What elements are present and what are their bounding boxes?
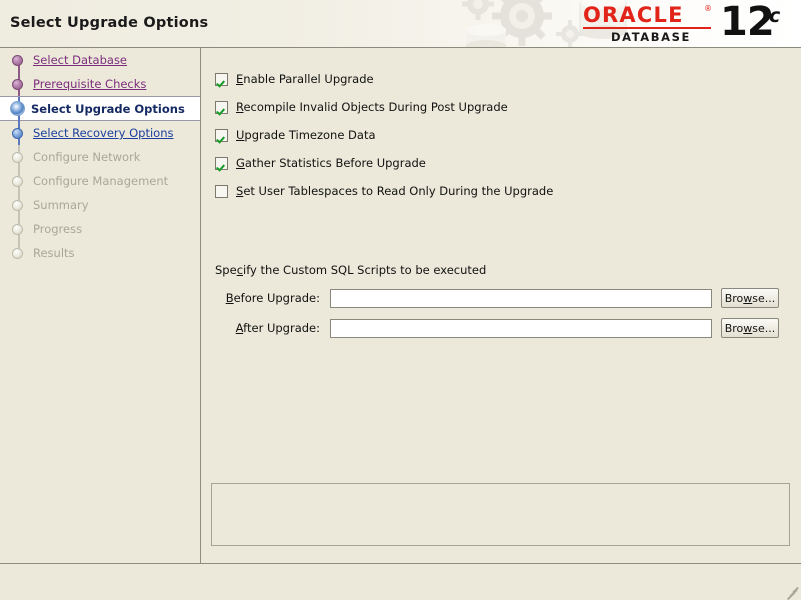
field-label-text: fter Upgrade:: [243, 321, 320, 335]
caption-text-pre: Spe: [215, 263, 237, 277]
content-pane: Enable Parallel Upgrade Recompile Invalid…: [202, 48, 801, 563]
checkbox-label: Gather Statistics Before Upgrade: [236, 156, 426, 170]
sidebar-step-configure-network: Configure Network: [0, 145, 200, 169]
step-status-dot-icon: [12, 223, 23, 235]
label-text-post: pgrade Timezone Data: [244, 128, 376, 142]
registered-trademark-icon: ®: [704, 4, 712, 13]
checkbox-label: Enable Parallel Upgrade: [236, 72, 374, 86]
field-label: After Upgrade:: [215, 321, 330, 335]
sidebar-step-configure-management: Configure Management: [0, 169, 200, 193]
step-status-dot-icon: [12, 199, 23, 211]
sidebar-step-progress: Progress: [0, 217, 200, 241]
label-text-post: nable Parallel Upgrade: [243, 72, 374, 86]
checkbox-checked-icon[interactable]: [215, 72, 228, 86]
step-status-dot-icon: [12, 247, 23, 259]
wizard-step-sidebar: Select Database Prerequisite Checks Select…: [0, 48, 201, 563]
checkbox-row[interactable]: Enable Parallel Upgrade: [215, 72, 374, 86]
step-label: Progress: [33, 222, 83, 236]
checkbox-label: Recompile Invalid Objects During Post Up…: [236, 100, 508, 114]
footer-button-bar: Help < Back Next > Finish Cancel: [0, 564, 801, 600]
sidebar-step-select-upgrade-options: Select Upgrade Options: [0, 96, 200, 121]
browse-mnemonic: w: [743, 291, 753, 305]
label-text-post: ecompile Invalid Objects During Post Upg…: [243, 100, 508, 114]
page-title: Select Upgrade Options: [10, 15, 209, 31]
sidebar-step-results: Results: [0, 241, 200, 265]
browse-text-post: se...: [752, 291, 776, 305]
checkbox-checked-icon[interactable]: [215, 156, 228, 170]
label-text-post: ather Statistics Before Upgrade: [244, 156, 426, 170]
browse-mnemonic: w: [743, 321, 753, 335]
caption-text-post: ify the Custom SQL Scripts to be execute…: [243, 263, 487, 277]
database-wordmark: DATABASE: [611, 30, 692, 44]
step-label: Select Database: [33, 53, 128, 67]
step-status-dot-icon: [10, 101, 25, 116]
checkbox-checked-icon[interactable]: [215, 128, 228, 142]
step-label: Select Upgrade Options: [31, 101, 185, 116]
checkbox-row[interactable]: Set User Tablespaces to Read Only During…: [215, 184, 553, 198]
script-field-row: After Upgrade: Browse...: [215, 318, 779, 338]
field-label-text: efore Upgrade:: [233, 291, 320, 305]
step-label: Configure Management: [33, 174, 169, 188]
upgrade-assistant-window: Select Upgrade Options ORACLE ® DATABASE…: [0, 0, 801, 600]
step-label: Results: [33, 246, 75, 260]
browse-text-pre: Bro: [724, 321, 744, 335]
field-label-mnemonic: B: [225, 291, 234, 305]
before-upgrade-script-input[interactable]: [330, 288, 712, 308]
wizard-steps-list: Select Database Prerequisite Checks Select…: [0, 48, 200, 265]
step-status-dot-icon: [12, 78, 23, 90]
logo-divider-rule: [583, 27, 711, 29]
browse-text-pre: Bro: [724, 291, 744, 305]
checkbox-unchecked-icon[interactable]: [215, 184, 228, 198]
label-text-post: et User Tablespaces to Read Only During …: [243, 184, 554, 198]
sidebar-step-select-database[interactable]: Select Database: [0, 48, 200, 72]
step-label: Prerequisite Checks: [33, 77, 147, 91]
step-label: Select Recovery Options: [33, 126, 174, 140]
checkbox-label: Set User Tablespaces to Read Only During…: [236, 184, 553, 198]
step-status-dot-icon: [12, 175, 23, 187]
sidebar-step-summary: Summary: [0, 193, 200, 217]
header-banner: Select Upgrade Options ORACLE ® DATABASE…: [0, 0, 801, 48]
oracle-logo: ORACLE ® DATABASE 12 c: [583, 0, 793, 46]
sidebar-step-select-recovery-options[interactable]: Select Recovery Options: [0, 121, 200, 145]
sidebar-step-prerequisite-checks[interactable]: Prerequisite Checks: [0, 72, 200, 96]
after-upgrade-script-input[interactable]: [330, 318, 712, 338]
info-message-panel: [211, 483, 790, 546]
checkbox-row[interactable]: Upgrade Timezone Data: [215, 128, 376, 142]
browse-text-post: se...: [752, 321, 776, 335]
checkbox-checked-icon[interactable]: [215, 100, 228, 114]
step-label: Configure Network: [33, 150, 141, 164]
step-status-dot-icon: [12, 151, 23, 163]
custom-sql-scripts-caption: Specify the Custom SQL Scripts to be exe…: [215, 263, 486, 277]
script-field-row: Before Upgrade: Browse...: [215, 288, 779, 308]
browse-button[interactable]: Browse...: [721, 318, 779, 338]
checkbox-row[interactable]: Gather Statistics Before Upgrade: [215, 156, 426, 170]
step-label: Summary: [33, 198, 89, 212]
checkbox-label: Upgrade Timezone Data: [236, 128, 376, 142]
label-mnemonic: G: [236, 156, 245, 170]
oracle-wordmark: ORACLE: [583, 3, 684, 27]
version-number: 12: [720, 0, 775, 45]
browse-button[interactable]: Browse...: [721, 288, 779, 308]
step-status-dot-icon: [12, 127, 23, 139]
field-label: Before Upgrade:: [215, 291, 330, 305]
resize-grip-icon[interactable]: [785, 584, 799, 600]
checkbox-row[interactable]: Recompile Invalid Objects During Post Up…: [215, 100, 508, 114]
version-suffix: c: [769, 5, 781, 27]
step-status-dot-icon: [12, 54, 23, 66]
